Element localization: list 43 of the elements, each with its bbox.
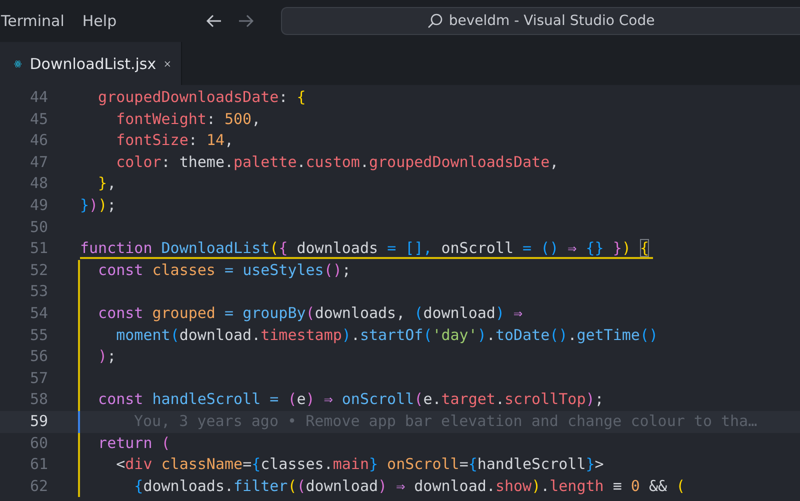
line-number: 57: [28, 368, 48, 389]
line-number: 50: [28, 216, 48, 238]
line-number: 58: [28, 389, 48, 410]
line-number: 48: [28, 173, 48, 194]
code-line: }));: [80, 196, 116, 214]
command-center[interactable]: beveldm - Visual Studio Code: [280, 7, 800, 35]
line-number: 56: [28, 346, 48, 368]
code-line: moment(download.timestamp).startOf('day').toDate().getTime(): [115, 326, 658, 344]
line-number: 59: [28, 410, 48, 432]
back-arrow-icon[interactable]: [204, 12, 223, 30]
line-number: 47: [28, 152, 48, 173]
line-number: 52: [28, 260, 48, 281]
line-number: 53: [28, 281, 48, 302]
line-number: 49: [28, 194, 48, 216]
tab-label: DownloadList.jsx: [30, 54, 156, 72]
code-line: fontSize: 14,: [115, 131, 234, 150]
line-number: 51: [28, 238, 48, 260]
menu-item[interactable]: Help: [82, 12, 117, 30]
code-line: const grouped = groupBy(downloads, (download) ⇒: [97, 304, 523, 322]
line-number: 60: [28, 432, 48, 454]
code-line: {downloads.filter((download) ⇒ download.show).length ≡ 0 && (: [133, 476, 686, 495]
line-number: 54: [28, 302, 48, 324]
line-number: 55: [28, 324, 48, 346]
line-number: 62: [28, 476, 48, 497]
search-icon: [426, 13, 443, 29]
code-line: color: theme.palette.custom.groupedDownloadsDate,: [115, 152, 559, 171]
code-line: const classes = useStyles();: [97, 260, 351, 279]
window-title: beveldm - Visual Studio Code: [448, 13, 655, 29]
line-number: 45: [28, 108, 48, 130]
code-line: return (: [97, 434, 170, 452]
menu-item[interactable]: Terminal: [1, 12, 64, 30]
line-number: 46: [28, 130, 48, 152]
line-number: 61: [28, 454, 48, 476]
code-line: function DownloadList({ downloads = [], onScroll = () ⇒ {} }) {: [80, 239, 653, 260]
forward-arrow-icon[interactable]: [236, 12, 255, 30]
code-line: <div className={classes.main} onScroll={handleScroll}>: [115, 455, 604, 474]
code-line: const handleScroll = (e) ⇒ onScroll(e.target.scrollTop);: [97, 390, 604, 408]
code-line: },: [97, 174, 116, 192]
code-line: fontWeight: 500,: [115, 110, 261, 128]
code-line: );: [97, 347, 116, 366]
line-number: 44: [28, 87, 48, 108]
editor-tab[interactable]: DownloadList.jsx: [0, 42, 182, 85]
code-line: groupedDownloadsDate: {: [97, 88, 306, 106]
